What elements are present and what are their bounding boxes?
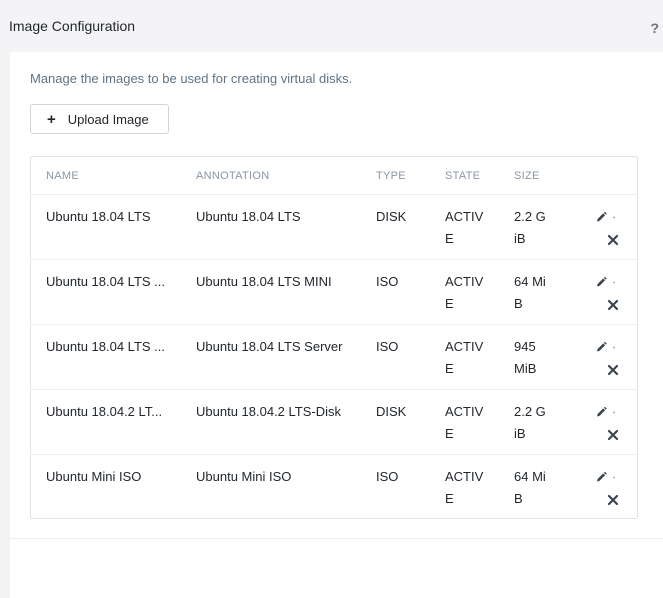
table-header: NAME ANNOTATION TYPE STATE SIZE [31, 157, 637, 195]
table-row[interactable]: Ubuntu 18.04 LTS ... Ubuntu 18.04 LTS Ser… [31, 324, 637, 390]
image-size-cell: 64 MiB [514, 469, 546, 506]
image-annotation-cell: Ubuntu 18.04.2 LTS-Disk [196, 404, 341, 419]
image-state-cell: ACTIVE [445, 209, 484, 246]
pencil-icon[interactable] [595, 470, 617, 484]
page-header: Image Configuration ? [0, 0, 663, 52]
pencil-icon[interactable] [595, 275, 617, 289]
close-icon[interactable] [607, 233, 619, 246]
image-config-panel: Manage the images to be used for creatin… [10, 52, 663, 598]
image-name-cell: Ubuntu Mini ISO [46, 469, 142, 484]
pencil-icon[interactable] [595, 210, 617, 224]
image-name-cell: Ubuntu 18.04.2 LT... [46, 404, 163, 419]
image-state-cell: ACTIVE [445, 469, 484, 506]
close-icon[interactable] [607, 493, 619, 506]
column-header-type[interactable]: TYPE [376, 170, 406, 182]
image-annotation-cell: Ubuntu Mini ISO [196, 469, 292, 484]
pencil-icon[interactable] [595, 405, 617, 419]
image-annotation-cell: Ubuntu 18.04 LTS MINI [196, 274, 332, 289]
image-size-cell: 945 MiB [514, 339, 537, 376]
table-row[interactable]: Ubuntu 18.04 LTS Ubuntu 18.04 LTS DISK ACTI… [31, 194, 637, 260]
image-type-cell: DISK [376, 404, 407, 419]
column-header-state[interactable]: STATE [445, 170, 480, 182]
close-icon[interactable] [607, 298, 619, 311]
page-title: Image Configuration [9, 18, 136, 34]
column-header-annotation[interactable]: ANNOTATION [196, 170, 269, 182]
image-state-cell: ACTIVE [445, 274, 484, 311]
image-name-cell: Ubuntu 18.04 LTS ... [46, 274, 165, 289]
image-type-cell: ISO [376, 339, 399, 354]
image-size-cell: 2.2 GiB [514, 209, 546, 246]
image-size-cell: 2.2 GiB [514, 404, 546, 441]
image-state-cell: ACTIVE [445, 404, 484, 441]
panel-divider [10, 538, 663, 539]
table-row[interactable]: Ubuntu Mini ISO Ubuntu Mini ISO ISO ACTIVE 6… [31, 454, 637, 519]
images-table: NAME ANNOTATION TYPE STATE SIZE Ubuntu 1… [30, 156, 638, 519]
image-type-cell: ISO [376, 274, 399, 289]
image-type-cell: ISO [376, 469, 399, 484]
image-annotation-cell: Ubuntu 18.04 LTS [196, 209, 301, 224]
table-row[interactable]: Ubuntu 18.04 LTS ... Ubuntu 18.04 LTS MIN… [31, 259, 637, 325]
plus-icon: + [47, 110, 56, 128]
image-name-cell: Ubuntu 18.04 LTS ... [46, 339, 165, 354]
image-size-cell: 64 MiB [514, 274, 546, 311]
image-type-cell: DISK [376, 209, 407, 224]
image-annotation-cell: Ubuntu 18.04 LTS Server [196, 339, 343, 354]
panel-description: Manage the images to be used for creatin… [30, 71, 353, 86]
table-row[interactable]: Ubuntu 18.04.2 LT... Ubuntu 18.04.2 LTS-D… [31, 389, 637, 455]
upload-image-button[interactable]: + Upload Image [30, 104, 169, 134]
image-state-cell: ACTIVE [445, 339, 484, 376]
pencil-icon[interactable] [595, 340, 617, 354]
help-icon[interactable]: ? [650, 20, 659, 36]
upload-image-label: Upload Image [67, 111, 149, 127]
close-icon[interactable] [607, 363, 619, 376]
column-header-name[interactable]: NAME [46, 170, 79, 182]
column-header-size[interactable]: SIZE [514, 170, 540, 182]
image-name-cell: Ubuntu 18.04 LTS [46, 209, 151, 224]
close-icon[interactable] [607, 428, 619, 441]
